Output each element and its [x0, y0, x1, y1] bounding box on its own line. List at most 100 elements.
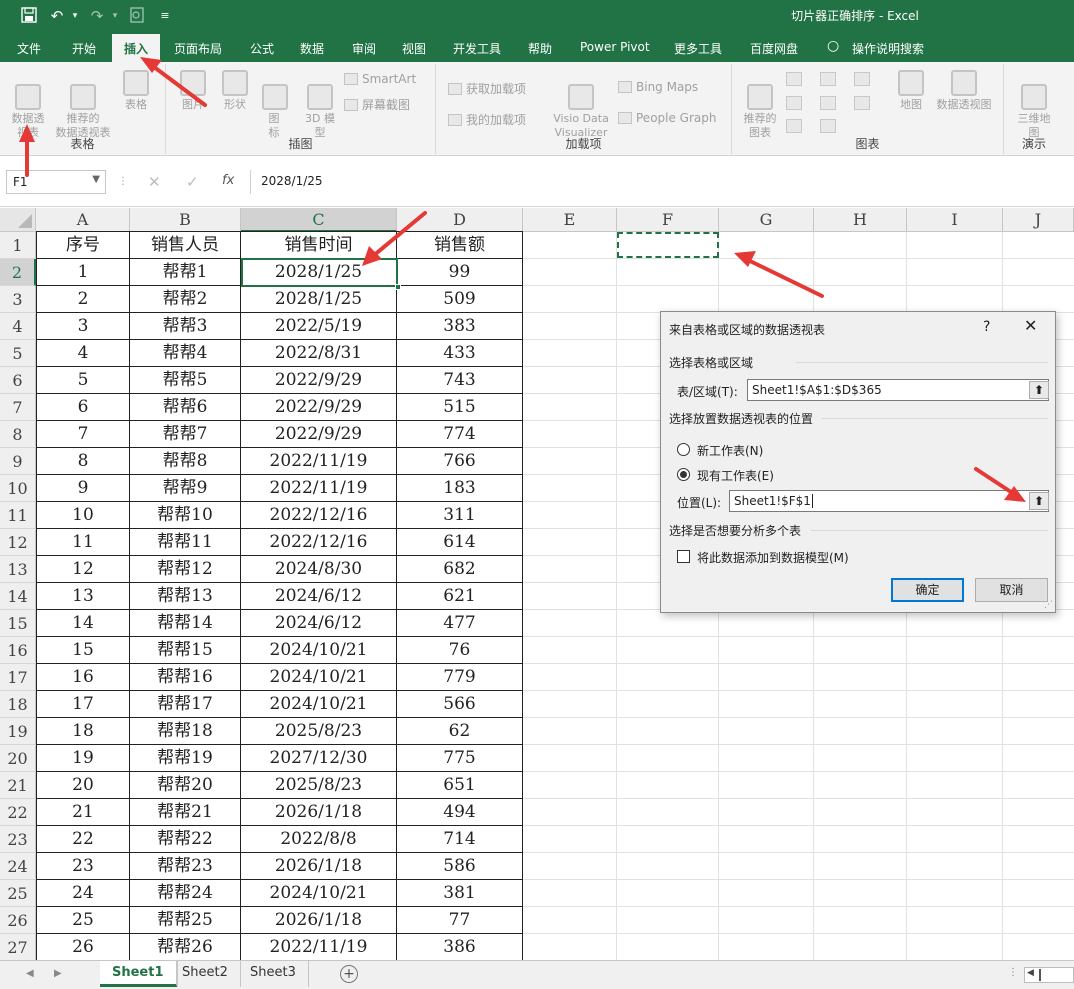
- recommended-pivot-button[interactable]: 推荐的 数据透视表: [50, 70, 116, 140]
- tab-file[interactable]: 文件: [17, 40, 41, 57]
- table-cell[interactable]: 766: [397, 448, 523, 475]
- table-cell[interactable]: 8: [36, 448, 130, 475]
- row-header-10[interactable]: 10: [0, 475, 36, 502]
- data-model-checkbox[interactable]: [677, 550, 690, 563]
- row-header-8[interactable]: 8: [0, 421, 36, 448]
- table-cell[interactable]: 2027/12/30: [241, 745, 397, 772]
- table-cell[interactable]: 25: [36, 907, 130, 934]
- sheet-tab-1[interactable]: Sheet1: [100, 961, 177, 987]
- table-cell[interactable]: 2022/9/29: [241, 421, 397, 448]
- table-cell[interactable]: 24: [36, 880, 130, 907]
- people-graph-button[interactable]: People Graph: [618, 111, 717, 125]
- table-cell[interactable]: 18: [36, 718, 130, 745]
- table-cell[interactable]: 帮帮1: [130, 259, 241, 286]
- row-header-21[interactable]: 21: [0, 772, 36, 799]
- redo-icon[interactable]: ↷: [88, 7, 106, 25]
- pictures-button[interactable]: 图片: [176, 70, 210, 112]
- cancel-button[interactable]: 取消: [975, 578, 1048, 602]
- tab-data[interactable]: 数据: [300, 40, 324, 57]
- table-cell[interactable]: 帮帮19: [130, 745, 241, 772]
- undo-dropdown-icon[interactable]: ▾: [66, 7, 84, 25]
- row-header-18[interactable]: 18: [0, 691, 36, 718]
- row-header-2[interactable]: 2: [0, 259, 36, 286]
- column-header-i[interactable]: I: [907, 208, 1003, 232]
- column-header-f[interactable]: F: [617, 208, 719, 232]
- row-header-13[interactable]: 13: [0, 556, 36, 583]
- table-cell[interactable]: 帮帮2: [130, 286, 241, 313]
- table-cell[interactable]: 2024/10/21: [241, 664, 397, 691]
- table-cell[interactable]: 帮帮16: [130, 664, 241, 691]
- save-icon[interactable]: [20, 7, 38, 25]
- column-header-b[interactable]: B: [130, 208, 241, 232]
- row-header-16[interactable]: 16: [0, 637, 36, 664]
- table-cell[interactable]: 2022/9/29: [241, 394, 397, 421]
- 3d-models-button[interactable]: 3D 模 型: [300, 70, 340, 140]
- table-cell[interactable]: 477: [397, 610, 523, 637]
- shapes-button[interactable]: 形状: [218, 70, 252, 112]
- new-sheet-radio[interactable]: [677, 443, 690, 456]
- table-cell[interactable]: 743: [397, 367, 523, 394]
- tell-me-search[interactable]: 操作说明搜索: [852, 40, 924, 57]
- get-addins-button[interactable]: 获取加载项: [448, 80, 526, 97]
- row-header-14[interactable]: 14: [0, 583, 36, 610]
- table-cell[interactable]: 帮帮10: [130, 502, 241, 529]
- table-cell[interactable]: 16: [36, 664, 130, 691]
- table-cell[interactable]: 2024/8/30: [241, 556, 397, 583]
- table-cell[interactable]: 19: [36, 745, 130, 772]
- table-cell[interactable]: 2026/1/18: [241, 853, 397, 880]
- table-cell[interactable]: 2022/8/31: [241, 340, 397, 367]
- table-cell[interactable]: 381: [397, 880, 523, 907]
- table-cell[interactable]: 515: [397, 394, 523, 421]
- row-header-15[interactable]: 15: [0, 610, 36, 637]
- column-header-c[interactable]: C: [241, 208, 397, 232]
- table-cell[interactable]: 帮帮18: [130, 718, 241, 745]
- table-cell[interactable]: 13: [36, 583, 130, 610]
- table-cell[interactable]: 775: [397, 745, 523, 772]
- table-cell[interactable]: 586: [397, 853, 523, 880]
- table-header-cell[interactable]: 销售额: [397, 231, 523, 259]
- pie-chart-icon[interactable]: [786, 119, 802, 133]
- chevron-down-icon[interactable]: ▼: [92, 174, 100, 185]
- row-header-7[interactable]: 7: [0, 394, 36, 421]
- row-header-17[interactable]: 17: [0, 664, 36, 691]
- location-input[interactable]: Sheet1!$F$1: [729, 490, 1049, 512]
- row-header-9[interactable]: 9: [0, 448, 36, 475]
- icons-button[interactable]: 图 标: [262, 70, 288, 140]
- table-cell[interactable]: 帮帮21: [130, 799, 241, 826]
- existing-sheet-label[interactable]: 现有工作表(E): [697, 467, 774, 484]
- add-sheet-icon[interactable]: +: [340, 965, 358, 983]
- column-header-a[interactable]: A: [36, 208, 130, 232]
- location-collapse-icon[interactable]: ⬆: [1029, 492, 1049, 510]
- range-collapse-icon[interactable]: ⬆: [1029, 381, 1049, 399]
- row-header-27[interactable]: 27: [0, 934, 36, 960]
- table-cell[interactable]: 23: [36, 853, 130, 880]
- row-header-19[interactable]: 19: [0, 718, 36, 745]
- table-cell[interactable]: 帮帮6: [130, 394, 241, 421]
- formula-input[interactable]: 2028/1/25: [250, 170, 1070, 194]
- select-all-corner[interactable]: [0, 208, 36, 232]
- table-cell[interactable]: 2024/10/21: [241, 880, 397, 907]
- resize-grip-icon[interactable]: ⋰: [1044, 600, 1053, 610]
- row-header-11[interactable]: 11: [0, 502, 36, 529]
- table-cell[interactable]: 22: [36, 826, 130, 853]
- table-cell[interactable]: 帮帮22: [130, 826, 241, 853]
- table-cell[interactable]: 311: [397, 502, 523, 529]
- tab-baidu-netdisk[interactable]: 百度网盘: [750, 40, 798, 57]
- tab-help[interactable]: 帮助: [528, 40, 552, 57]
- table-cell[interactable]: 帮帮23: [130, 853, 241, 880]
- table-cell[interactable]: 帮帮3: [130, 313, 241, 340]
- table-cell[interactable]: 2022/5/19: [241, 313, 397, 340]
- table-cell[interactable]: 2025/8/23: [241, 718, 397, 745]
- table-cell[interactable]: 2026/1/18: [241, 907, 397, 934]
- table-header-cell[interactable]: 销售时间: [241, 231, 397, 259]
- table-cell[interactable]: 12: [36, 556, 130, 583]
- new-sheet-label[interactable]: 新工作表(N): [697, 442, 763, 459]
- tab-page-layout[interactable]: 页面布局: [174, 40, 222, 57]
- combo-chart-icon[interactable]: [854, 96, 870, 110]
- table-cell[interactable]: 2025/8/23: [241, 772, 397, 799]
- tab-power-pivot[interactable]: Power Pivot: [580, 40, 650, 54]
- bing-maps-button[interactable]: Bing Maps: [618, 80, 698, 94]
- hierarchy-chart-icon[interactable]: [820, 72, 836, 86]
- pivot-chart-button[interactable]: 数据透视图: [932, 70, 996, 112]
- table-button[interactable]: 表格: [118, 70, 154, 112]
